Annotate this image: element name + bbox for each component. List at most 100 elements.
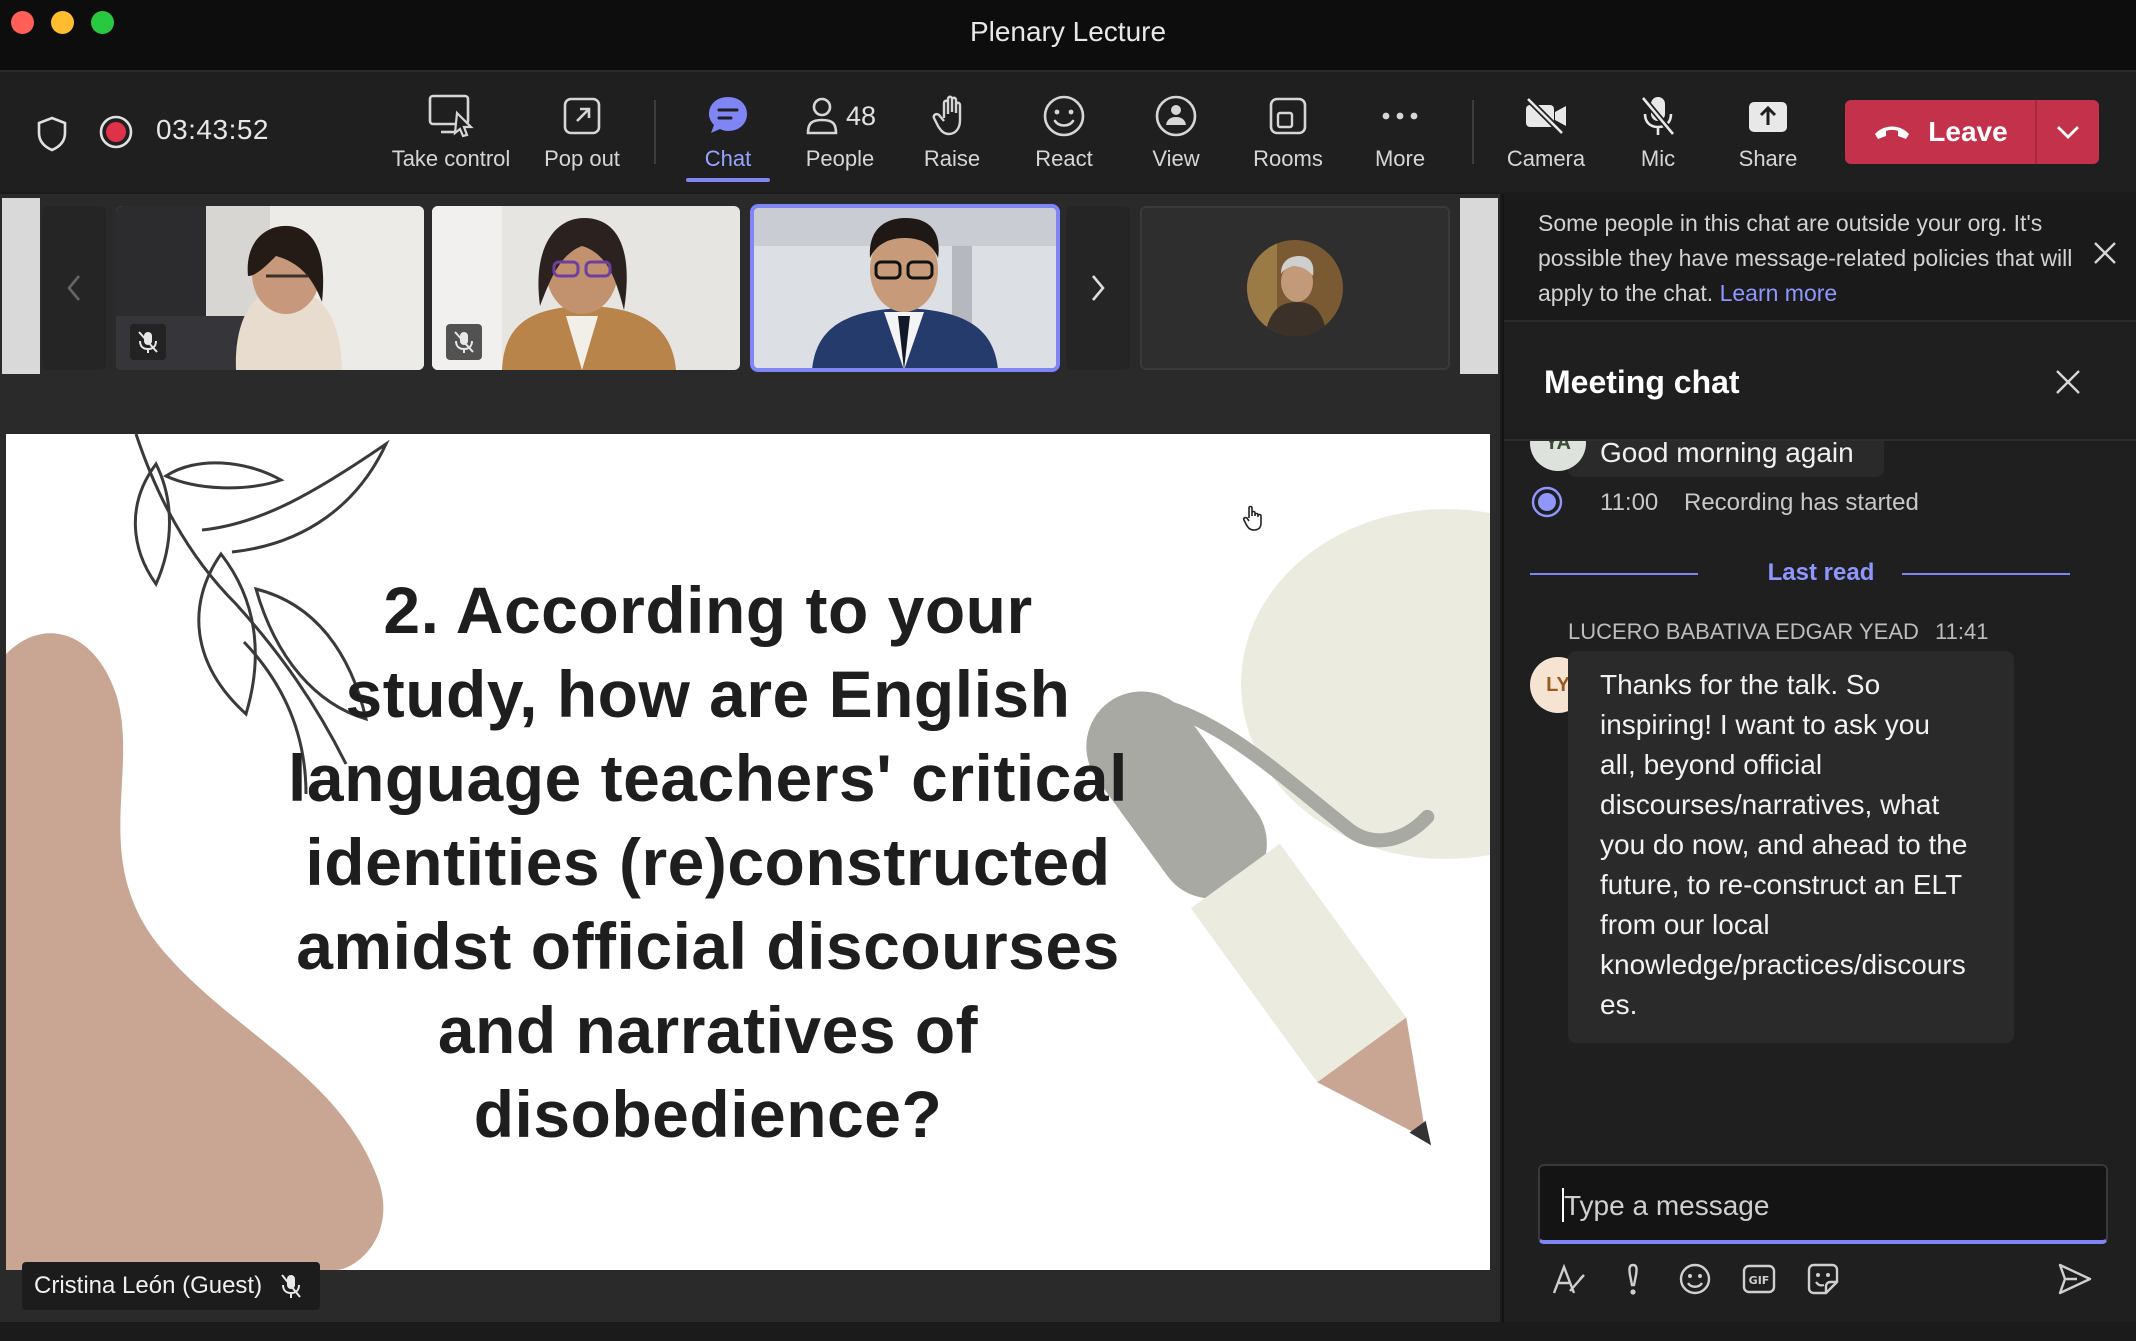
camera-button[interactable]: Camera [1496,72,1596,192]
participant-tile[interactable] [432,206,740,370]
important-icon[interactable] [1612,1258,1654,1300]
rooms-label: Rooms [1253,146,1323,171]
slide-line: study, how are English [345,657,1071,731]
react-label: React [1035,146,1093,171]
rooms-button[interactable]: Rooms [1240,72,1336,192]
screen-pointer-icon [427,92,475,140]
view-button[interactable]: View [1134,72,1218,192]
pop-out-button[interactable]: Pop out [532,72,632,192]
compose-placeholder: Type a message [1564,1190,1770,1221]
system-message-time: 11:00 [1600,489,1659,516]
participant-count: 48 [845,100,877,131]
toolbar-divider [1472,100,1474,164]
window-titlebar: Plenary Lecture [0,0,2136,72]
view-icon [1154,92,1198,140]
active-tab-indicator [686,178,770,182]
meeting-timer: 03:43:52 [156,114,269,145]
more-button[interactable]: More [1358,72,1442,192]
message-compose-box[interactable]: Type a message [1538,1164,2108,1244]
hand-icon [932,92,972,140]
send-icon[interactable] [2054,1258,2096,1300]
chat-message[interactable]: Thanks for the talk. So inspiring! I wan… [1568,651,2014,1043]
hand-cursor-icon [1242,504,1264,532]
chevron-down-icon [2055,124,2081,140]
chevron-left-icon [65,273,83,303]
people-button[interactable]: 48 People [790,72,890,192]
muted-mic-icon [130,324,166,360]
participant-strip [0,198,1500,378]
participant-tile[interactable] [116,206,424,370]
message-text: Thanks for the talk. So inspiring! I wan… [1600,669,1968,1020]
gif-icon[interactable]: GIF [1738,1258,1780,1300]
slide-question-text: 2. According to your study, how are Engl… [256,568,1160,1156]
participant-avatar [1247,240,1343,336]
svg-text:GIF: GIF [1749,1274,1770,1287]
chat-message: Good morning again [1568,441,1884,477]
pop-out-label: Pop out [544,146,620,171]
recording-started-icon [1530,485,1564,519]
format-text-icon[interactable] [1548,1258,1590,1300]
leave-control: Leave [1845,100,2099,164]
slide-line: amidst official discourses [296,909,1120,983]
share-upload-icon [1747,92,1789,140]
message-text: Good morning again [1600,441,1854,468]
take-control-label: Take control [391,146,511,171]
leave-label: Leave [1928,116,2008,147]
chat-label: Chat [704,146,752,171]
mic-button[interactable]: Mic [1616,72,1700,192]
take-control-button[interactable]: Take control [386,72,516,192]
muted-mic-icon [280,1273,302,1299]
message-time: 11:41 [1935,619,1989,644]
more-dots-icon [1380,92,1420,140]
chat-button[interactable]: Chat [680,72,776,192]
strip-previous-button[interactable] [42,206,106,370]
close-chat-icon[interactable] [2054,368,2082,396]
slide-line: identities (re)constructed [305,825,1111,899]
share-button[interactable]: Share [1726,72,1810,192]
share-label: Share [1738,146,1798,171]
hang-up-icon [1872,122,1912,142]
smiley-icon [1042,92,1086,140]
react-button[interactable]: React [1022,72,1106,192]
presenter-name-badge: Cristina León (Guest) [22,1262,321,1310]
active-speaker-tile[interactable] [750,204,1060,372]
view-label: View [1152,146,1200,171]
participant-tile[interactable] [1140,206,1450,370]
sticker-icon[interactable] [1802,1258,1844,1300]
recording-indicator-icon [98,114,134,150]
chat-title: Meeting chat [1544,364,1740,400]
more-label: More [1374,146,1426,171]
toolbar-divider [654,100,656,164]
leave-button[interactable]: Leave [1845,100,2035,164]
rooms-icon [1268,92,1308,140]
mic-label: Mic [1640,146,1676,171]
external-org-banner: Some people in this chat are outside you… [1504,194,2136,322]
slide-line: and narratives of [437,993,979,1067]
pop-out-icon [562,92,602,140]
camera-label: Camera [1506,146,1586,171]
system-message-text: Recording has started [1684,489,1919,516]
meeting-toolbar: 03:43:52 Take control Pop out Chat 48 Pe… [0,72,2136,192]
message-author: LUCERO BABATIVA EDGAR YEAD [1568,619,1919,644]
slide-line: language teachers' critical [288,741,1128,815]
meeting-chat-panel: Some people in this chat are outside you… [1502,194,2136,1322]
camera-off-icon [1522,92,1570,140]
muted-mic-icon [446,324,482,360]
raise-hand-button[interactable]: Raise [910,72,994,192]
close-banner-icon[interactable] [2092,240,2118,266]
meeting-stage: 2. According to your study, how are Engl… [0,194,1500,1322]
window-title: Plenary Lecture [969,16,1167,47]
strip-next-button[interactable] [1066,206,1130,370]
learn-more-link[interactable]: Learn more [1720,280,1838,306]
emoji-icon[interactable] [1674,1258,1716,1300]
raise-label: Raise [923,146,981,171]
mic-off-icon [1638,92,1678,140]
shield-icon[interactable] [36,116,68,152]
participant-video [752,206,1058,370]
slide-line: disobedience? [473,1077,943,1151]
chat-bubble-icon [706,92,750,140]
leave-options-button[interactable] [2037,100,2099,164]
slide-line: 2. According to your [383,573,1033,647]
chevron-right-icon [1089,273,1107,303]
shared-slide: 2. According to your study, how are Engl… [6,434,1490,1270]
